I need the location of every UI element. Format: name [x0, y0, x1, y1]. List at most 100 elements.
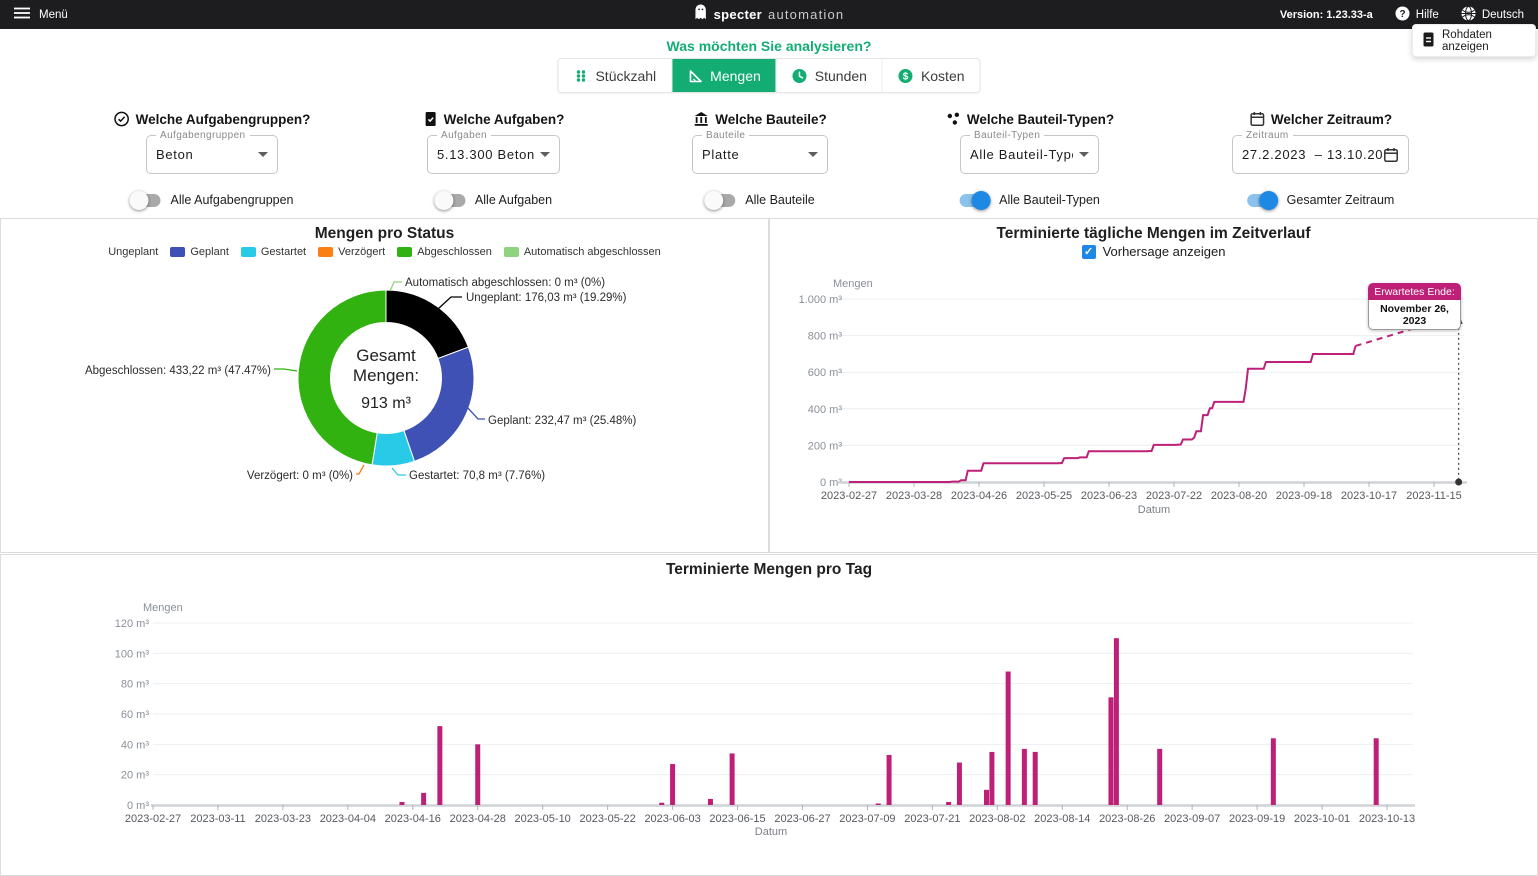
bar-2023-07-26[interactable] [957, 763, 962, 805]
svg-text:2023-06-23: 2023-06-23 [1081, 490, 1137, 502]
tab-stunden[interactable]: Stunden [776, 59, 882, 92]
chevron-down-icon [808, 152, 818, 157]
svg-text:2023-02-27: 2023-02-27 [125, 813, 181, 825]
bar-2023-06-01[interactable] [659, 803, 664, 805]
daily-bars-chart[interactable]: 0 m³20 m³40 m³60 m³80 m³100 m³120 m³2023… [1, 555, 1537, 875]
bar-2023-09-22[interactable] [1271, 738, 1276, 805]
bar-2023-04-18[interactable] [421, 793, 426, 805]
bar-2023-07-24[interactable] [946, 802, 951, 805]
calendar-icon [1249, 111, 1265, 127]
toggle-zeitraum[interactable]: Gesamter Zeitraum [1247, 193, 1395, 207]
filter-bauteile: Welche Bauteile?BauteilePlatteAlle Baute… [692, 110, 828, 210]
bar-2023-07-13[interactable] [887, 755, 892, 805]
bar-2023-06-03[interactable] [670, 764, 675, 805]
help-icon: ? [1395, 6, 1410, 24]
donut-chart[interactable]: Ungeplant: 176,03 m³ (19.29%)Geplant: 23… [1, 219, 768, 552]
svg-text:1.000 m³: 1.000 m³ [799, 294, 843, 306]
donut-callout: Abgeschlossen: 433,22 m³ (47.47%) [85, 365, 271, 377]
svg-text:2023-09-19: 2023-09-19 [1229, 813, 1285, 825]
bar-2023-08-09[interactable] [1033, 752, 1038, 805]
filter-aufgabengruppen: Welche Aufgabengruppen?AufgabengruppenBe… [146, 110, 278, 210]
donut-callout: Geplant: 232,47 m³ (25.48%) [488, 415, 636, 427]
select-aufgaben[interactable]: Aufgaben5.13.300 Betonag… [427, 135, 560, 174]
svg-text:20 m³: 20 m³ [121, 770, 149, 782]
bar-2023-08-04[interactable] [1006, 672, 1011, 805]
help-button[interactable]: ? Hilfe [1395, 6, 1439, 24]
bar-2023-07-11[interactable] [876, 803, 881, 805]
svg-text:80 m³: 80 m³ [121, 679, 149, 691]
svg-text:2023-07-09: 2023-07-09 [839, 813, 895, 825]
language-button[interactable]: Deutsch [1461, 6, 1524, 24]
bar-2023-09-01[interactable] [1157, 749, 1162, 805]
x-axis-title: Datum [755, 826, 787, 838]
donut-callout: Verzögert: 0 m³ (0%) [247, 470, 353, 482]
toggle-switch[interactable] [130, 194, 160, 207]
svg-text:2023-05-25: 2023-05-25 [1016, 490, 1072, 502]
filter-question: Welche Aufgabengruppen? [114, 111, 311, 127]
svg-text:600 m³: 600 m³ [808, 367, 843, 379]
building-icon [693, 111, 709, 127]
tab-mengen[interactable]: Mengen [671, 59, 776, 92]
toggle-label: Alle Bauteil-Typen [999, 193, 1100, 207]
topbar: Menü specter automation Version: 1.23.33… [0, 0, 1538, 29]
toggle-switch[interactable] [705, 194, 735, 207]
bar-2023-08-24[interactable] [1114, 638, 1119, 805]
bar-2023-04-21[interactable] [437, 726, 442, 805]
bar-2023-10-11[interactable] [1374, 738, 1379, 805]
bar-2023-08-23[interactable] [1108, 697, 1113, 805]
raw-data-button[interactable]: Rohdaten anzeigen [1412, 24, 1536, 57]
bar-2023-04-28[interactable] [475, 744, 480, 805]
toggle-aufgabengruppen[interactable]: Alle Aufgabengruppen [130, 193, 293, 207]
calendar-icon[interactable] [1383, 147, 1399, 163]
toggle-switch[interactable] [1247, 194, 1277, 207]
bar-2023-08-07[interactable] [1022, 749, 1027, 805]
ghost-logo-icon [694, 4, 708, 25]
menu-label: Menü [39, 9, 68, 21]
svg-text:2023-03-11: 2023-03-11 [190, 813, 245, 825]
tab-stueckzahl[interactable]: Stückzahl [558, 59, 671, 92]
y-axis-title: Mengen [833, 278, 873, 290]
dollar-icon: $ [898, 68, 914, 84]
date-range-value[interactable]: 27.2.2023 – 13.10.2023 [1242, 147, 1383, 162]
chevron-down-icon [540, 152, 550, 157]
svg-text:?: ? [1399, 9, 1405, 20]
check-circle-icon [114, 111, 130, 127]
timeline-panel: Terminierte tägliche Mengen im Zeitverla… [769, 218, 1538, 553]
bar-2023-08-01[interactable] [989, 752, 994, 805]
bar-2023-06-10[interactable] [708, 799, 713, 805]
select-value: Beton [156, 147, 252, 162]
menu-button[interactable]: Menü [14, 7, 68, 22]
toggle-switch[interactable] [435, 194, 465, 207]
toggle-aufgaben[interactable]: Alle Aufgaben [435, 193, 552, 207]
filter-question: Welche Aufgaben? [423, 111, 565, 127]
select-bauteile[interactable]: BauteilePlatte [692, 135, 828, 174]
toggle-bauteil-typen[interactable]: Alle Bauteil-Typen [959, 193, 1100, 207]
svg-text:2023-07-21: 2023-07-21 [904, 813, 960, 825]
toggle-bauteile[interactable]: Alle Bauteile [705, 193, 815, 207]
select-bauteil-typen[interactable]: Bauteil-TypenAlle Bauteil-Typen [960, 135, 1099, 174]
tab-kosten[interactable]: $Kosten [882, 59, 980, 92]
svg-text:2023-03-28: 2023-03-28 [886, 490, 942, 502]
expected-end-date: November 26, 2023 [1368, 300, 1461, 330]
donut-center-total: 913 m³ [361, 395, 411, 412]
toggle-switch[interactable] [959, 194, 989, 207]
brand-name: specter [714, 7, 762, 22]
svg-text:2023-09-07: 2023-09-07 [1164, 813, 1220, 825]
svg-text:2023-08-14: 2023-08-14 [1034, 813, 1090, 825]
bar-2023-06-14[interactable] [730, 753, 735, 805]
cumulative-line[interactable] [849, 346, 1356, 482]
svg-text:2023-05-10: 2023-05-10 [515, 813, 571, 825]
field-label: Zeitraum [1242, 130, 1293, 141]
select-aufgabengruppen[interactable]: AufgabengruppenBeton [146, 135, 278, 174]
svg-text:200 m³: 200 m³ [808, 440, 843, 452]
bar-2023-04-14[interactable] [399, 802, 404, 805]
select-value: 5.13.300 Betonag… [437, 147, 534, 162]
svg-text:2023-10-01: 2023-10-01 [1294, 813, 1350, 825]
select-zeitraum[interactable]: Zeitraum27.2.2023 – 13.10.2023 [1232, 135, 1409, 174]
timeline-chart[interactable]: 0 m³200 m³400 m³600 m³800 m³1.000 m³2023… [770, 219, 1537, 552]
expected-end-label: Erwartetes Ende: [1368, 283, 1461, 300]
bar-2023-07-31[interactable] [984, 790, 989, 805]
svg-text:2023-10-13: 2023-10-13 [1359, 813, 1415, 825]
status-donut-panel: Mengen pro Status UngeplantGeplantGestar… [0, 218, 769, 553]
donut-callout: Automatisch abgeschlossen: 0 m³ (0%) [405, 277, 605, 289]
